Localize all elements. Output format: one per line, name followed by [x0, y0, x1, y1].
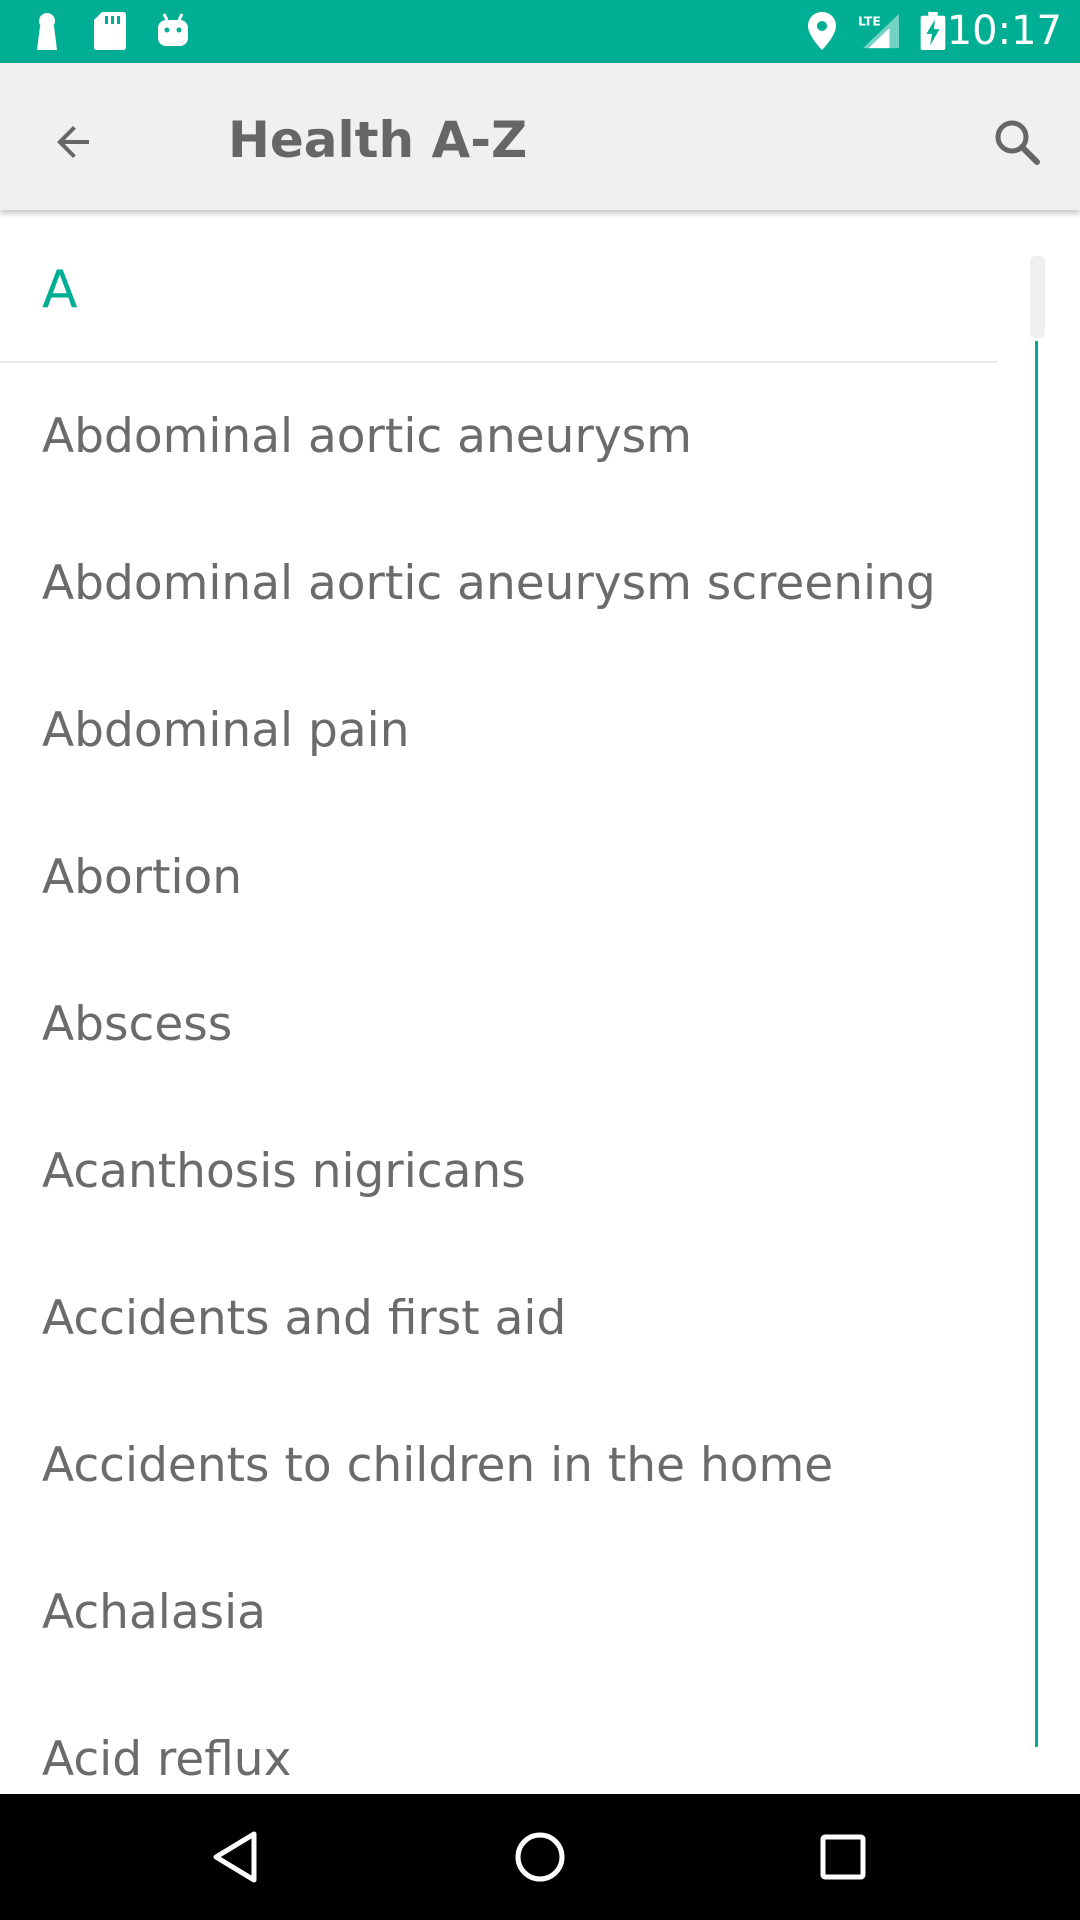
nav-back-icon: [213, 1831, 257, 1883]
sd-card-icon: [94, 12, 126, 50]
list-item-label: Abdominal aortic aneurysm: [42, 409, 692, 464]
list-item-label: Abdominal pain: [42, 703, 410, 758]
list-item[interactable]: Abortion: [0, 805, 997, 952]
fast-scroll-track[interactable]: [1035, 341, 1038, 1747]
arrow-back-icon: [57, 126, 89, 158]
location-icon: [808, 12, 836, 50]
status-bar: LTE 10:17: [0, 0, 1080, 63]
list-item[interactable]: Abdominal aortic aneurysm: [0, 364, 997, 511]
list-item[interactable]: Abscess: [0, 952, 997, 1099]
nav-home-button[interactable]: [485, 1812, 595, 1902]
health-az-list[interactable]: A Abdominal aortic aneurysm Abdominal ao…: [0, 210, 1080, 1794]
list-item-label: Accidents and first aid: [42, 1291, 567, 1346]
system-nav-bar: [0, 1794, 1080, 1920]
lte-signal-icon: LTE: [858, 13, 899, 49]
status-time: 10:17: [946, 8, 1062, 54]
page-title: Health A-Z: [228, 111, 528, 169]
list-item[interactable]: Accidents and first aid: [0, 1246, 997, 1393]
list-item[interactable]: Acanthosis nigricans: [0, 1099, 997, 1246]
section-letter: A: [42, 260, 78, 320]
nav-recents-button[interactable]: [788, 1812, 898, 1902]
list-item-label: Accidents to children in the home: [42, 1438, 834, 1493]
person-notification-icon: [37, 13, 57, 50]
list-item-label: Abdominal aortic aneurysm screening: [42, 556, 936, 611]
list-item[interactable]: Achalasia: [0, 1540, 997, 1687]
list-item-label: Abscess: [42, 997, 233, 1052]
fast-scroll-thumb[interactable]: [1030, 256, 1045, 338]
search-icon: [995, 120, 1040, 165]
list-item[interactable]: Acid reflux: [0, 1687, 997, 1794]
android-icon: [158, 13, 188, 46]
search-button[interactable]: [974, 99, 1060, 185]
list-item-label: Acid reflux: [42, 1732, 292, 1787]
app-bar: Health A-Z: [0, 63, 1080, 210]
battery-charging-icon: [920, 12, 946, 50]
nav-home-icon: [515, 1832, 565, 1882]
list-item[interactable]: Abdominal pain: [0, 658, 997, 805]
lte-label: LTE: [858, 14, 881, 28]
list-item[interactable]: Abdominal aortic aneurysm screening: [0, 511, 997, 658]
list-item-label: Abortion: [42, 850, 243, 905]
list-item-label: Achalasia: [42, 1585, 266, 1640]
nav-back-button[interactable]: [180, 1812, 290, 1902]
list-item[interactable]: Accidents to children in the home: [0, 1393, 997, 1540]
nav-recents-icon: [820, 1834, 866, 1880]
list-item-label: Acanthosis nigricans: [42, 1144, 526, 1199]
section-header: A: [0, 210, 997, 363]
back-button[interactable]: [30, 99, 116, 185]
